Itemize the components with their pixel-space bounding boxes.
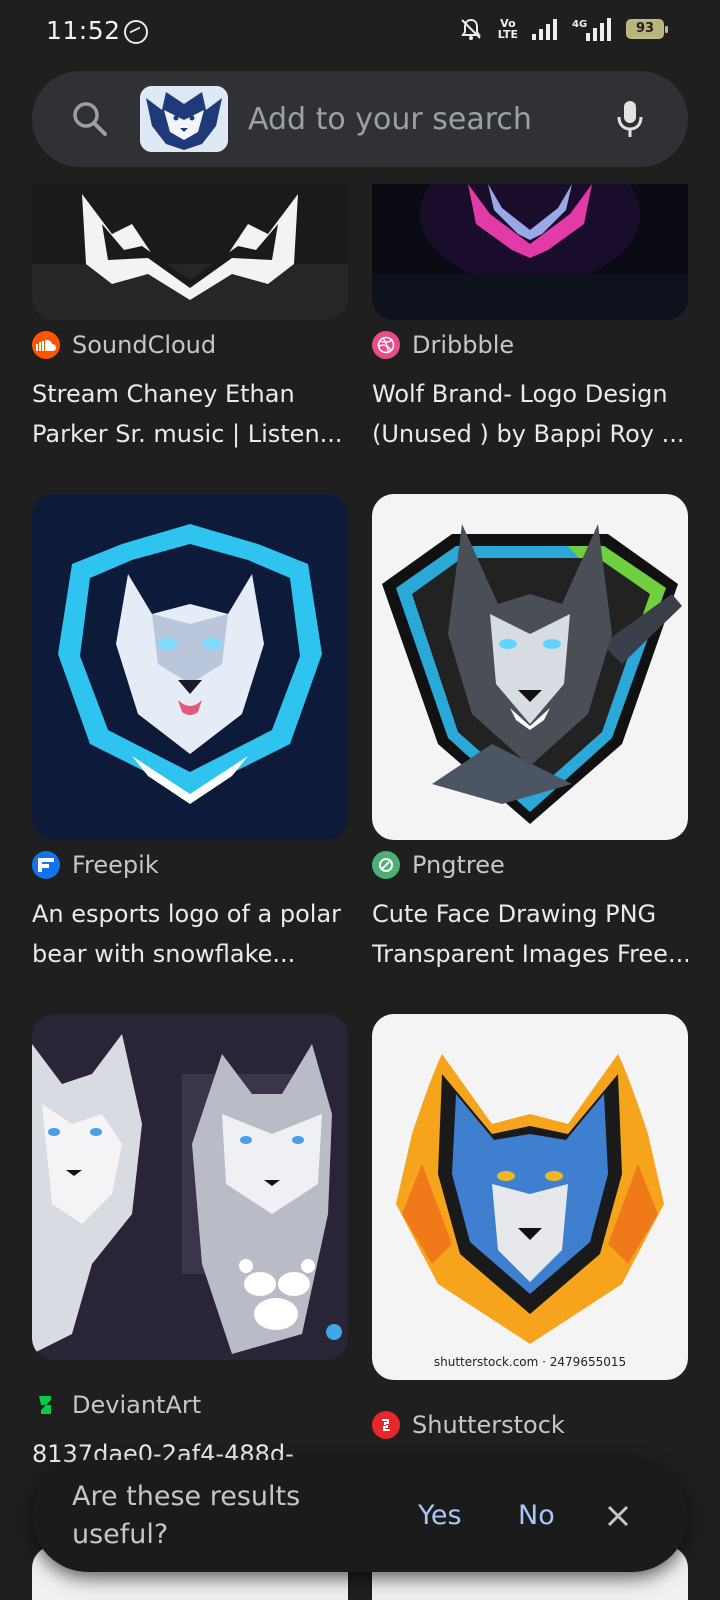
messenger-icon (124, 20, 148, 44)
yes-button[interactable]: Yes (418, 1500, 462, 1531)
result-title[interactable]: An esports logo of a polar bear with sno… (32, 894, 348, 974)
deviantart-icon (32, 1391, 60, 1419)
volte-icon: Vo LTE (497, 17, 518, 41)
result-source: Pngtree (372, 851, 505, 879)
result-title[interactable]: Wolf Brand- Logo Design (Unused ) by Bap… (372, 374, 688, 454)
close-icon[interactable] (602, 1500, 634, 1532)
result-source: Shutterstock (372, 1411, 565, 1439)
image-results-grid: SoundCloud Stream Chaney Ethan Parker Sr… (0, 184, 720, 1600)
title-line: Parker Sr. music | Listen... (32, 420, 343, 448)
dribbble-icon (372, 331, 400, 359)
feedback-prompt: Are these results useful? Yes No (32, 1460, 688, 1572)
freepik-icon (32, 851, 60, 879)
no-button[interactable]: No (518, 1500, 555, 1531)
result-source: SoundCloud (32, 331, 216, 359)
result-title[interactable]: Cute Face Drawing PNG Transparent Images… (372, 894, 688, 974)
source-name: Freepik (72, 851, 159, 879)
signal-4g-icon: 4G (572, 17, 612, 41)
result-thumbnail[interactable] (32, 1014, 348, 1360)
source-name: SoundCloud (72, 331, 217, 359)
title-line: Stream Chaney Ethan (32, 380, 295, 408)
search-icon[interactable] (72, 101, 108, 141)
pngtree-icon (372, 851, 400, 879)
result-source: Freepik (32, 851, 159, 879)
result-source: DeviantArt (32, 1391, 201, 1419)
source-name: Dribbble (412, 331, 515, 359)
watermark-text: shutterstock.com · 2479655015 (434, 1355, 626, 1369)
result-thumbnail[interactable] (372, 184, 688, 320)
result-title[interactable]: Stream Chaney Ethan Parker Sr. music | L… (32, 374, 348, 454)
source-name: Shutterstock (412, 1411, 565, 1439)
clock: 11:52 (46, 16, 121, 45)
title-line: (Unused ) by Bappi Roy ... (372, 420, 685, 448)
feedback-question: Are these results useful? (72, 1481, 301, 1550)
status-bar: 11:52 Vo LTE 4G 93 (0, 0, 720, 64)
title-line: An esports logo of a polar (32, 900, 342, 928)
result-thumbnail[interactable] (372, 494, 688, 840)
system-icons: Vo LTE 4G 93 (458, 16, 668, 42)
signal-icon (532, 18, 558, 40)
source-name: DeviantArt (72, 1391, 202, 1419)
result-thumbnail[interactable] (32, 184, 348, 320)
bell-off-icon (458, 16, 484, 42)
mic-icon[interactable] (616, 99, 644, 143)
title-line: Cute Face Drawing PNG (372, 900, 657, 928)
source-name: Pngtree (412, 851, 505, 879)
shutterstock-icon (372, 1411, 400, 1439)
result-thumbnail[interactable] (32, 494, 348, 840)
search-input[interactable] (248, 97, 588, 141)
result-thumbnail[interactable]: shutterstock.com · 2479655015 (372, 1014, 688, 1380)
title-line: bear with snowflake... (32, 940, 296, 968)
search-bar[interactable] (32, 71, 688, 167)
search-image-thumbnail[interactable] (140, 86, 228, 152)
battery-icon: 93 (626, 19, 668, 39)
result-source: Dribbble (372, 331, 514, 359)
title-line: Transparent Images Free... (372, 940, 688, 968)
title-line: Wolf Brand- Logo Design (372, 380, 668, 408)
svg-text:4G: 4G (572, 19, 587, 30)
soundcloud-icon (32, 331, 60, 359)
